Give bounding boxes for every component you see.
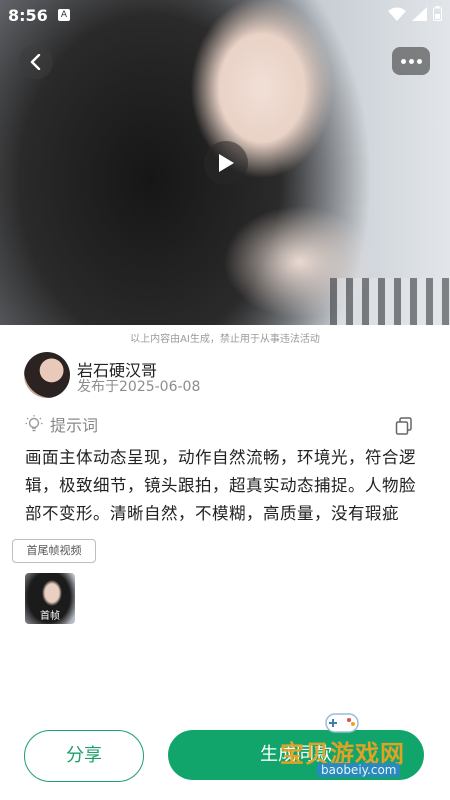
- publish-date: 发布于2025-06-08: [77, 379, 201, 395]
- status-icons: [388, 6, 442, 21]
- prompt-title: 提示词: [50, 416, 99, 435]
- chevron-left-icon: [30, 54, 41, 70]
- avatar[interactable]: [24, 352, 70, 398]
- ai-disclaimer: 以上内容由AI生成，禁止用于从事违法活动: [130, 334, 320, 345]
- signal-icon: [412, 6, 427, 21]
- background-piano: [330, 278, 450, 325]
- hero-image[interactable]: 8:56 A: [0, 0, 450, 325]
- video-type-tag: 首尾帧视频: [12, 539, 96, 563]
- first-frame-thumbnail[interactable]: 首帧: [25, 573, 75, 624]
- play-button[interactable]: [204, 141, 248, 185]
- notification-icon: A: [58, 9, 70, 21]
- back-button[interactable]: [19, 45, 53, 79]
- wifi-icon: [388, 7, 406, 21]
- prompt-header: 提示词: [24, 412, 98, 436]
- frame-label: 首帧: [40, 611, 60, 622]
- generate-same-button[interactable]: 生成同款: [168, 730, 424, 780]
- lightbulb-icon: [25, 415, 43, 432]
- more-dots-icon: [400, 58, 406, 64]
- status-bar: 8:56 A: [0, 0, 450, 30]
- copy-icon[interactable]: [394, 416, 414, 436]
- battery-icon: [433, 6, 442, 21]
- status-time: 8:56: [8, 6, 48, 25]
- prompt-text: 画面主体动态呈现，动作自然流畅，环境光，符合逻辑，极致细节，镜头跟拍，超真实动态…: [25, 448, 416, 523]
- more-button[interactable]: [392, 47, 430, 75]
- share-button[interactable]: 分享: [24, 730, 144, 782]
- play-icon: [219, 154, 234, 172]
